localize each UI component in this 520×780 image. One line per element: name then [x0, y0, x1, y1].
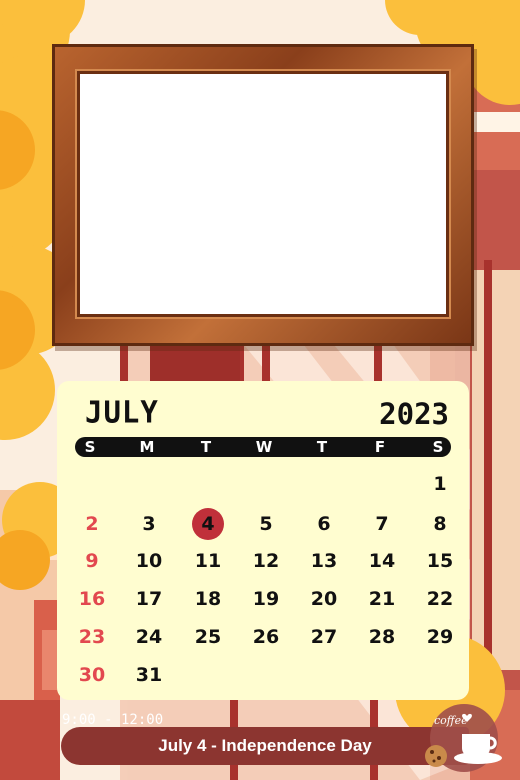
weekday-label: S	[84, 438, 96, 456]
calendar-day[interactable]: 3	[132, 509, 166, 539]
weekday-label: M	[139, 438, 155, 456]
calendar-day[interactable]: 26	[249, 622, 283, 652]
calendar-day[interactable]: 19	[249, 584, 283, 614]
calendar-day[interactable]: 11	[191, 546, 225, 576]
calendar-day[interactable]: 15	[423, 546, 457, 576]
calendar-day[interactable]: 25	[191, 622, 225, 652]
calendar-day[interactable]: 8	[423, 509, 457, 539]
event-label: July 4 - Independence Day	[158, 736, 372, 755]
calendar-day[interactable]: 13	[307, 546, 341, 576]
calendar-day[interactable]: 30	[75, 660, 109, 690]
calendar-day[interactable]: 17	[132, 584, 166, 614]
calendar-day[interactable]: 4	[191, 509, 225, 539]
calendar-day[interactable]: 5	[249, 509, 283, 539]
calendar-day[interactable]: 12	[249, 546, 283, 576]
calendar-day[interactable]: 16	[75, 584, 109, 614]
calendar-day[interactable]: 18	[191, 584, 225, 614]
calendar-day[interactable]: 27	[307, 622, 341, 652]
calendar-day[interactable]: 6	[307, 509, 341, 539]
coffee-cup-icon: coffee	[425, 704, 502, 772]
calendar-day[interactable]: 20	[307, 584, 341, 614]
calendar-day[interactable]: 24	[132, 622, 166, 652]
month-label: JULY	[85, 394, 159, 430]
calendar-day[interactable]: 23	[75, 622, 109, 652]
store-hours-text: 9:00 - 12:00	[62, 712, 164, 728]
calendar-day[interactable]: 2	[75, 509, 109, 539]
weekday-label: T	[316, 438, 328, 456]
calendar-day[interactable]: 21	[365, 584, 399, 614]
calendar-day[interactable]: 28	[365, 622, 399, 652]
calendar-day[interactable]: 1	[423, 469, 457, 499]
calendar-day[interactable]: 7	[365, 509, 399, 539]
year-label: 2023	[379, 397, 449, 431]
weekday-label: F	[374, 438, 386, 456]
calendar-day[interactable]: 22	[423, 584, 457, 614]
event-banner: July 4 - Independence Day	[61, 727, 469, 765]
calendar-card: JULY 2023 S M T W T F S 1 2 3 4 5 6 7 8 9 10 11 12 13 14 15 16…	[57, 381, 469, 700]
cookie-icon	[425, 745, 447, 767]
weekday-label: W	[255, 438, 273, 456]
photo-placeholder	[77, 71, 449, 317]
picture-frame-icon	[52, 44, 474, 346]
calendar-day[interactable]: 9	[75, 546, 109, 576]
calendar-day[interactable]: 29	[423, 622, 457, 652]
weekday-label: S	[432, 438, 444, 456]
calendar-day[interactable]: 31	[132, 660, 166, 690]
calendar-day[interactable]: 14	[365, 546, 399, 576]
weekday-label: T	[200, 438, 212, 456]
calendar-day[interactable]: 10	[132, 546, 166, 576]
